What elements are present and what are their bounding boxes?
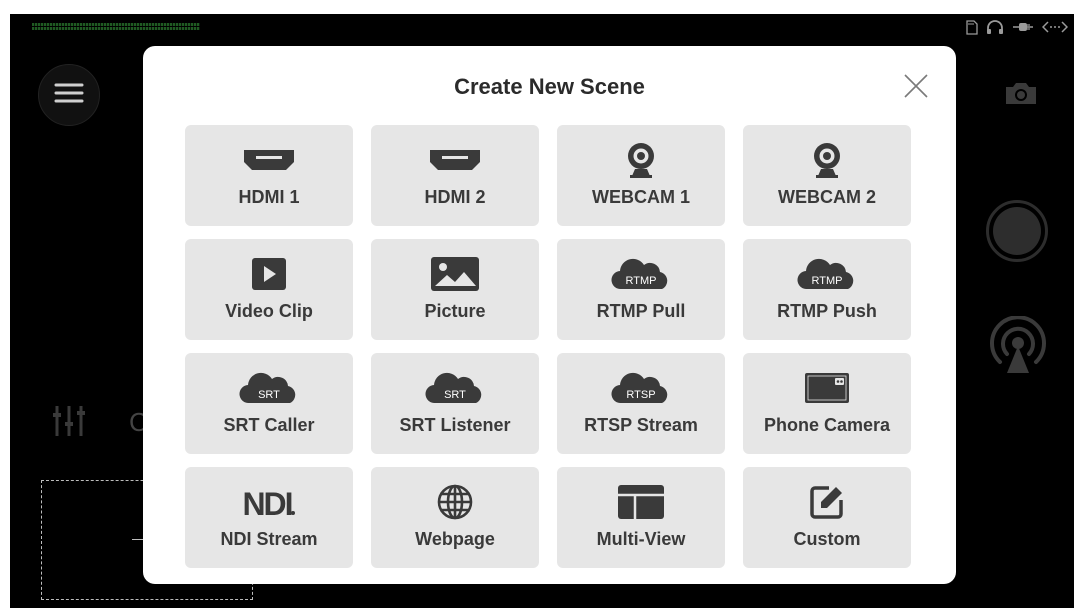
audio-level-meter (32, 23, 200, 30)
live-stream-button[interactable] (986, 315, 1050, 381)
tile-hdmi-1[interactable]: HDMI 1 (185, 125, 353, 226)
cloud-icon: RTMP (743, 255, 911, 293)
sd-card-icon (966, 19, 978, 40)
record-dot (993, 207, 1041, 255)
cloud-badge: RTMP (812, 275, 843, 287)
power-plug-icon (1012, 20, 1034, 39)
tile-label: HDMI 2 (424, 187, 486, 207)
hdmi-icon (371, 141, 539, 179)
cloud-badge: SRT (258, 389, 280, 401)
tile-label: Webpage (415, 529, 495, 549)
network-icon (1041, 20, 1069, 39)
tile-label: Phone Camera (763, 415, 891, 435)
tile-hdmi-2[interactable]: HDMI 2 (371, 125, 539, 226)
status-bar (966, 19, 1069, 40)
cloud-badge: RTMP (626, 275, 657, 287)
tile-label: SRT Listener (399, 415, 511, 435)
tile-label: RTMP Push (777, 301, 877, 321)
snapshot-camera-icon[interactable] (1004, 80, 1038, 111)
tile-label: Multi-View (596, 529, 686, 549)
cloud-icon: RTMP (557, 255, 725, 293)
play-icon (185, 255, 353, 293)
cloud-icon: RTSP (557, 369, 725, 407)
tile-ndi-stream[interactable]: NDI NDI Stream (185, 467, 353, 568)
tile-label: RTSP Stream (584, 415, 698, 435)
tile-custom[interactable]: Custom (743, 467, 911, 568)
tile-srt-listener[interactable]: SRT SRT Listener (371, 353, 539, 454)
tile-picture[interactable]: Picture (371, 239, 539, 340)
tile-label: Picture (424, 301, 486, 321)
tile-rtsp-stream[interactable]: RTSP RTSP Stream (557, 353, 725, 454)
headphones-icon (986, 19, 1004, 40)
cloud-icon: SRT (185, 369, 353, 407)
cloud-badge: SRT (444, 389, 466, 401)
tile-rtmp-pull[interactable]: RTMP RTMP Pull (557, 239, 725, 340)
cloud-badge: RTSP (626, 389, 655, 401)
create-scene-dialog: Create New Scene HDMI 1 HDMI 2 WEBCAM 1 (143, 46, 956, 584)
scene-source-grid: HDMI 1 HDMI 2 WEBCAM 1 WEBCAM 2 Video Cl… (185, 125, 911, 568)
tile-label: Video Clip (225, 301, 313, 321)
tile-webcam-1[interactable]: WEBCAM 1 (557, 125, 725, 226)
tile-phone-camera[interactable]: Phone Camera (743, 353, 911, 454)
tile-rtmp-push[interactable]: RTMP RTMP Push (743, 239, 911, 340)
hamburger-icon (54, 82, 84, 109)
record-button[interactable] (986, 200, 1048, 262)
picture-icon (371, 255, 539, 293)
hdmi-icon (185, 141, 353, 179)
edit-icon (743, 483, 911, 521)
tile-label: RTMP Pull (596, 301, 686, 321)
ndi-logo: NDI (185, 483, 353, 521)
tile-webcam-2[interactable]: WEBCAM 2 (743, 125, 911, 226)
tile-label: WEBCAM 1 (592, 187, 690, 207)
menu-button[interactable] (38, 64, 100, 126)
tile-label: HDMI 1 (238, 187, 300, 207)
tile-webpage[interactable]: Webpage (371, 467, 539, 568)
multiview-icon (557, 483, 725, 521)
close-button[interactable] (904, 74, 928, 98)
ndi-logo-text: NDI (242, 486, 291, 519)
tile-label: WEBCAM 2 (778, 187, 876, 207)
webcam-icon (743, 141, 911, 179)
tile-label: SRT Caller (223, 415, 315, 435)
tile-multi-view[interactable]: Multi-View (557, 467, 725, 568)
phone-camera-icon (743, 369, 911, 407)
tile-video-clip[interactable]: Video Clip (185, 239, 353, 340)
tile-label: Custom (793, 529, 861, 549)
close-icon (904, 74, 928, 102)
webcam-icon (557, 141, 725, 179)
dialog-title: Create New Scene (454, 74, 645, 99)
tile-label: NDI Stream (220, 529, 318, 549)
tile-srt-caller[interactable]: SRT SRT Caller (185, 353, 353, 454)
cloud-icon: SRT (371, 369, 539, 407)
globe-icon (371, 483, 539, 521)
audio-mixer-icon[interactable] (52, 404, 86, 443)
